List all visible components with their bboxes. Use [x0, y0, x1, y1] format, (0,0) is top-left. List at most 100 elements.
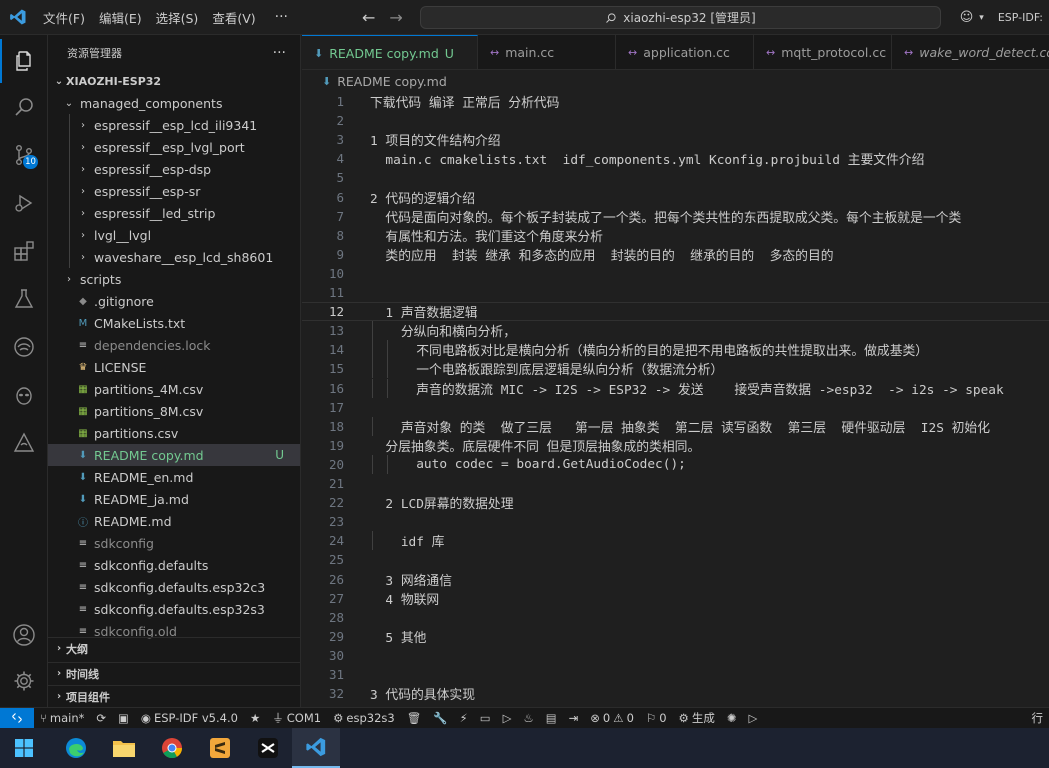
tree-folder[interactable]: › scripts	[48, 268, 300, 290]
editor-content[interactable]: 1 下载代码 编译 正常后 分析代码 2 3 1 项目的文件结构介绍 4 main.c c…	[302, 92, 1049, 707]
settings-gear-icon[interactable]	[0, 659, 48, 703]
tree-folder[interactable]: ⌄ managed_components	[48, 92, 300, 114]
tree-file[interactable]: M CMakeLists.txt	[48, 312, 300, 334]
editor-line[interactable]: 8 有属性和方法。我们重这个角度来分析	[302, 226, 1049, 245]
editor-line[interactable]: 14 不同电路板对比是横向分析（横向分析的目的是把不用电路板的共性提取出来。做成…	[302, 340, 1049, 360]
tree-folder[interactable]: › espressif__esp-dsp	[48, 158, 300, 180]
exit-icon[interactable]: ⇥	[563, 711, 585, 725]
breadcrumb[interactable]: ⬇ README copy.md	[302, 70, 1049, 92]
vscode-taskbar-icon[interactable]	[292, 728, 340, 768]
windows-start-icon[interactable]	[0, 728, 48, 768]
extensions-icon[interactable]	[0, 229, 48, 273]
trash-icon[interactable]: 🗑	[401, 711, 428, 725]
editor-line[interactable]: 3 1 项目的文件结构介绍	[302, 130, 1049, 149]
editor-line[interactable]: 19 分层抽象类。底层硬件不同 但是顶层抽象成的类相同。	[302, 436, 1049, 455]
sublime-text-icon[interactable]	[196, 728, 244, 768]
tree-file[interactable]: ⬇ README_ja.md	[48, 488, 300, 510]
editor-line[interactable]: 18 声音对象 的类 做了三层 第一层 抽象类 第二层 读写函数 第三层 硬件驱…	[302, 416, 1049, 436]
esp-idf-version-status[interactable]: ◉ ESP-IDF v5.4.0	[135, 711, 244, 725]
editor-line[interactable]: 20 auto codec = board.GetAudioCodec();	[302, 454, 1049, 474]
platformio-icon[interactable]	[0, 325, 48, 369]
editor-tab[interactable]: ↔ mqtt_protocol.cc	[754, 35, 892, 69]
editor-tab[interactable]: ⬇ README copy.md U	[302, 35, 478, 69]
tree-file[interactable]: ≡ dependencies.lock	[48, 334, 300, 356]
edge-browser-icon[interactable]	[52, 728, 100, 768]
editor-line[interactable]: 13 分纵向和横向分析，	[302, 321, 1049, 341]
editor-line[interactable]: 15 一个电路板跟踪到底层逻辑是纵向分析（数据流分析）	[302, 359, 1049, 379]
outline-section[interactable]: › 大纲	[48, 637, 300, 659]
menu-item[interactable]: 选择(S)	[149, 0, 206, 35]
editor-line[interactable]: 12 1 声音数据逻辑	[302, 302, 1049, 322]
esp-idf-label[interactable]: ESP-IDF:	[998, 11, 1043, 24]
line-indicator[interactable]: 行	[1026, 710, 1049, 726]
editor-line[interactable]: 27 4 物联网	[302, 589, 1049, 608]
tree-file[interactable]: ▦ partitions.csv	[48, 422, 300, 444]
info-status[interactable]: ⚐ 0	[640, 711, 673, 725]
editor-line[interactable]: 21	[302, 474, 1049, 493]
command-center-search[interactable]: xiaozhi-esp32 [管理员]	[420, 6, 941, 29]
account-icon[interactable]	[0, 613, 48, 657]
editor-line[interactable]: 2	[302, 111, 1049, 130]
more-menu-button[interactable]: ···	[263, 0, 300, 35]
menu-item[interactable]: 文件(F)	[36, 0, 92, 35]
com-port-status[interactable]: ⏚ COM1	[266, 710, 327, 726]
layout-icon[interactable]: ▣	[112, 711, 135, 725]
tree-file[interactable]: ⬇ README_en.md	[48, 466, 300, 488]
testing-flask-icon[interactable]	[0, 277, 48, 321]
tree-folder[interactable]: › espressif__esp_lvgl_port	[48, 136, 300, 158]
editor-tab[interactable]: ↔ application.cc	[616, 35, 754, 69]
forward-arrow-icon[interactable]: →	[389, 8, 402, 27]
editor-line[interactable]: 17	[302, 398, 1049, 417]
sync-icon[interactable]: ⟳	[90, 711, 112, 725]
tree-folder[interactable]: › lvgl__lvgl	[48, 224, 300, 246]
editor-line[interactable]: 5	[302, 168, 1049, 187]
editor-tab[interactable]: ↔ main.cc	[478, 35, 616, 69]
tree-folder[interactable]: › espressif__esp_lcd_ili9341	[48, 114, 300, 136]
tree-file[interactable]: ♛ LICENSE	[48, 356, 300, 378]
menu-item[interactable]: 查看(V)	[205, 0, 262, 35]
terminal-icon[interactable]: ▤	[540, 711, 563, 725]
editor-line[interactable]: 30	[302, 646, 1049, 665]
copilot-icon[interactable]: ☺	[960, 10, 974, 25]
search-view-icon[interactable]	[0, 85, 48, 129]
fire-icon[interactable]: ♨	[517, 711, 539, 725]
tree-file[interactable]: ⬇ README copy.md U	[48, 444, 300, 466]
editor-line[interactable]: 9 类的应用 封装 继承 和多态的应用 封装的目的 继承的目的 多态的目的	[302, 245, 1049, 264]
explorer-icon[interactable]	[0, 39, 48, 83]
timeline-section[interactable]: › 时间线	[48, 662, 300, 684]
chrome-icon[interactable]	[148, 728, 196, 768]
tree-file[interactable]: ▦ partitions_4M.csv	[48, 378, 300, 400]
editor-line[interactable]: 24 idf 库	[302, 531, 1049, 551]
play-icon[interactable]: ▷	[742, 711, 763, 725]
flash-icon[interactable]: ⚡	[454, 711, 474, 725]
file-explorer-icon[interactable]	[100, 728, 148, 768]
editor-line[interactable]: 28	[302, 608, 1049, 627]
tree-file[interactable]: ⓘ README.md	[48, 510, 300, 532]
editor-line[interactable]: 32 3 代码的具体实现	[302, 684, 1049, 703]
editor-line[interactable]: 16 声音的数据流 MIC -> I2S -> ESP32 -> 发送 接受声音…	[302, 378, 1049, 398]
capcut-icon[interactable]	[244, 728, 292, 768]
tree-file[interactable]: ≡ sdkconfig.defaults	[48, 554, 300, 576]
alien-extension-icon[interactable]	[0, 373, 48, 417]
editor-line[interactable]: 31	[302, 665, 1049, 684]
editor-line[interactable]: 23	[302, 512, 1049, 531]
editor-line[interactable]: 25	[302, 550, 1049, 569]
build-status[interactable]: ⚙ 生成	[673, 710, 721, 726]
project-components-section[interactable]: › 项目组件	[48, 685, 300, 707]
tree-file[interactable]: ▦ partitions_8M.csv	[48, 400, 300, 422]
bug-icon[interactable]: ✺	[721, 711, 743, 725]
explorer-more-button[interactable]: ···	[273, 45, 286, 61]
tree-file[interactable]: ≡ sdkconfig.defaults.esp32s3	[48, 598, 300, 620]
problems-status[interactable]: ⊗ 0 ⚠ 0	[584, 711, 640, 725]
debug-icon[interactable]: ▷	[497, 711, 518, 725]
back-arrow-icon[interactable]: ←	[362, 8, 375, 27]
editor-line[interactable]: 7 代码是面向对象的。每个板子封装成了一个类。把每个类共性的东西提取成父类。每个…	[302, 207, 1049, 226]
star-icon[interactable]: ★	[244, 711, 266, 725]
editor-line[interactable]: 1 下载代码 编译 正常后 分析代码	[302, 92, 1049, 111]
tree-file[interactable]: ◆ .gitignore	[48, 290, 300, 312]
tree-file[interactable]: ≡ sdkconfig	[48, 532, 300, 554]
source-control-icon[interactable]: 10	[0, 133, 48, 177]
editor-line[interactable]: 22 2 LCD屏幕的数据处理	[302, 493, 1049, 512]
editor-line[interactable]: 6 2 代码的逻辑介绍	[302, 188, 1049, 207]
tree-folder[interactable]: › waveshare__esp_lcd_sh8601	[48, 246, 300, 268]
